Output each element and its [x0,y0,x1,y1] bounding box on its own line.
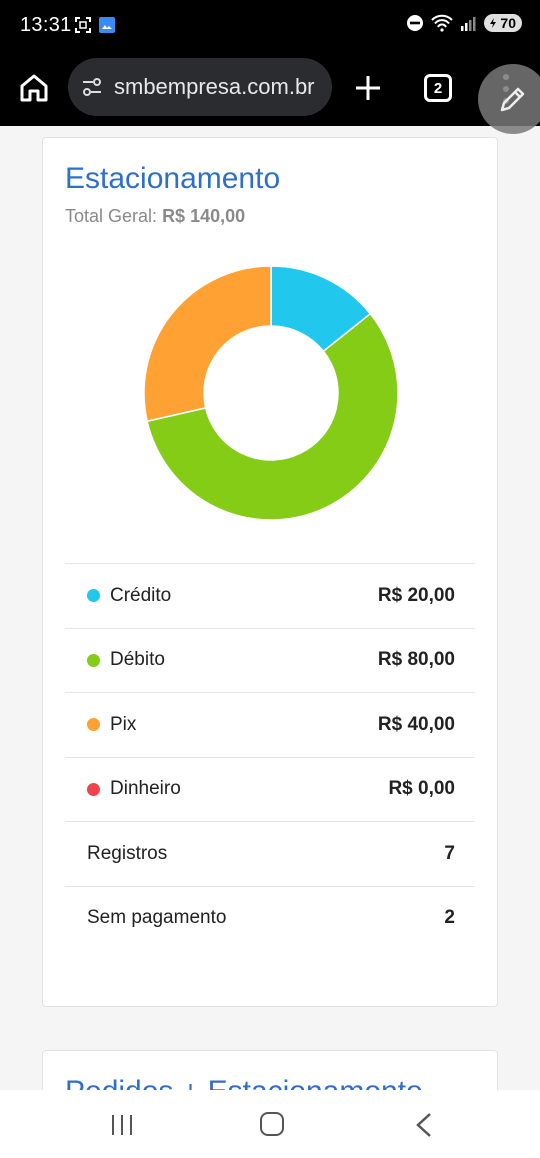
row-label: Registros [87,842,168,864]
summary-row: Registros 7 [65,821,475,886]
url-bar[interactable]: smbempresa.com.br [68,58,332,116]
legend-dot [87,589,100,603]
total-value: R$ 140,00 [162,206,246,226]
url-text: smbempresa.com.br [114,74,315,99]
site-settings-icon[interactable] [80,75,104,99]
gallery-icon [99,17,115,33]
legend-dot [87,782,100,796]
row-left: Crédito [87,585,171,607]
legend-dot [87,653,100,667]
row-label: Sem pagamento [87,907,227,929]
row-label: Dinheiro [110,778,181,800]
screenshot-icon [75,17,91,33]
plus-icon[interactable] [352,72,384,104]
row-left: Débito [87,649,165,671]
home-icon[interactable] [18,72,50,104]
browser-toolbar: smbempresa.com.br 2 [0,52,540,126]
legend-dot [87,718,100,732]
back-icon[interactable] [414,1112,434,1138]
tab-count: 2 [433,79,443,97]
dnd-icon [407,15,424,31]
status-time: 13:31 [20,14,72,36]
row-label: Débito [110,649,165,671]
summary-row: Dinheiro R$ 0,00 [65,756,475,822]
parking-summary-card: Estacionamento Total Geral: R$ 140,00 Cr… [42,137,498,1007]
total-label: Total Geral: [65,206,158,226]
status-right-icons: 70 [406,14,522,32]
summary-row: Débito R$ 80,00 [65,627,475,693]
signal-icon [461,17,476,31]
row-left: Pix [87,714,136,736]
battery-icon: 70 [484,14,522,32]
summary-list: Crédito R$ 20,00 Débito R$ 80,00 Pix R$ 40,00… [65,563,475,950]
tabs-button[interactable]: 2 [424,74,452,102]
row-label: Crédito [110,584,172,606]
total-line: Total Geral: R$ 140,00 [65,206,245,227]
donut-chart [143,265,399,521]
status-bar: 13:31 70 [0,0,540,52]
status-left-icons [74,16,116,34]
home-nav-icon[interactable] [260,1112,284,1136]
row-value: 2 [444,907,455,929]
row-left: Sem pagamento [87,907,226,929]
row-value: R$ 40,00 [377,713,455,735]
row-value: R$ 20,00 [377,584,455,606]
row-value: 7 [444,842,455,864]
row-left: Registros [87,843,167,865]
donut-slice-pix [143,265,272,423]
summary-row: Pix R$ 40,00 [65,692,475,757]
summary-row: Sem pagamento 2 [65,885,475,951]
battery-level: 70 [500,15,516,31]
row-value: R$ 80,00 [377,649,455,671]
edit-floating-button[interactable] [478,64,540,134]
row-left: Dinheiro [87,778,181,800]
card-title: Estacionamento [65,162,281,195]
edit-icon [500,87,525,112]
recents-icon[interactable] [110,1114,134,1136]
navigation-bar [0,1090,540,1158]
row-label: Pix [110,713,137,735]
summary-row: Crédito R$ 20,00 [65,563,475,628]
row-value: R$ 0,00 [388,778,455,800]
wifi-icon [431,14,454,32]
